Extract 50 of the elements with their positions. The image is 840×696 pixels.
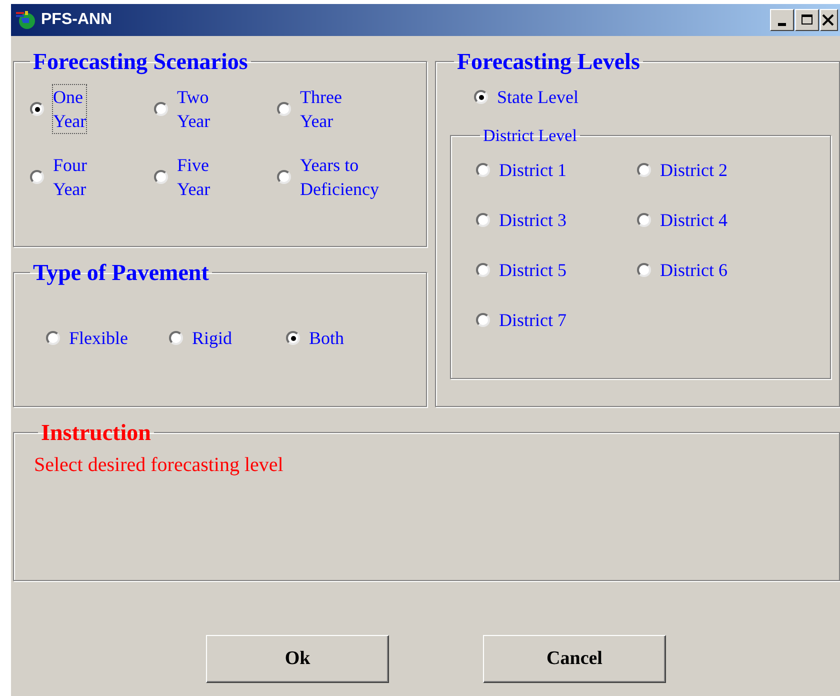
radio-button[interactable] — [169, 331, 183, 345]
radio-button[interactable] — [154, 170, 168, 184]
radio-label[interactable]: Five Year — [177, 153, 210, 201]
radio-button[interactable] — [154, 102, 168, 116]
radio-label[interactable]: District 6 — [660, 258, 728, 282]
window-title: PFS-ANN — [41, 11, 112, 29]
radio-button[interactable] — [637, 163, 651, 177]
instruction-text: Select desired forecasting level — [34, 453, 284, 478]
radio-label[interactable]: Flexible — [69, 326, 128, 350]
radio-button[interactable] — [286, 331, 300, 345]
radio-label[interactable]: District 7 — [499, 308, 566, 332]
radio-label[interactable]: Rigid — [192, 326, 232, 350]
radio-label[interactable]: State Level — [497, 85, 578, 109]
radio-label[interactable]: Two Year — [177, 85, 210, 133]
radio-label[interactable]: District 2 — [660, 158, 728, 182]
close-icon — [821, 14, 835, 26]
radio-button[interactable] — [476, 313, 490, 327]
group-title: Forecasting Scenarios — [32, 50, 249, 73]
radio-button[interactable] — [46, 331, 60, 345]
ok-button[interactable]: Ok — [206, 635, 389, 683]
radio-button[interactable] — [476, 163, 490, 177]
radio-button[interactable] — [476, 263, 490, 277]
radio-button[interactable] — [637, 263, 651, 277]
cancel-button[interactable]: Cancel — [483, 635, 666, 683]
radio-label[interactable]: One Year — [53, 85, 86, 133]
minimize-button[interactable] — [770, 9, 794, 31]
group-title: Instruction — [40, 421, 152, 444]
radio-label[interactable]: District 5 — [499, 258, 566, 282]
radio-label[interactable]: Four Year — [53, 153, 88, 201]
group-title: Forecasting Levels — [456, 50, 641, 73]
radio-button[interactable] — [30, 170, 44, 184]
maximize-button[interactable] — [795, 9, 819, 31]
radio-button[interactable] — [277, 102, 291, 116]
radio-button[interactable] — [637, 213, 651, 227]
radio-button[interactable] — [30, 102, 44, 116]
radio-label[interactable]: Three Year — [300, 85, 342, 133]
radio-button[interactable] — [476, 213, 490, 227]
app-icon — [15, 10, 37, 30]
group-title: District Level — [482, 127, 578, 144]
radio-label[interactable]: District 1 — [499, 158, 566, 182]
group-title: Type of Pavement — [32, 261, 210, 284]
maximize-icon — [801, 14, 813, 26]
radio-label[interactable]: District 3 — [499, 208, 566, 232]
minimize-icon — [778, 22, 786, 26]
close-button[interactable] — [820, 9, 838, 31]
radio-label[interactable]: District 4 — [660, 208, 728, 232]
radio-label[interactable]: Both — [309, 326, 344, 350]
radio-button[interactable] — [277, 170, 291, 184]
radio-label[interactable]: Years to Deficiency — [300, 153, 379, 201]
radio-button[interactable] — [474, 90, 488, 104]
